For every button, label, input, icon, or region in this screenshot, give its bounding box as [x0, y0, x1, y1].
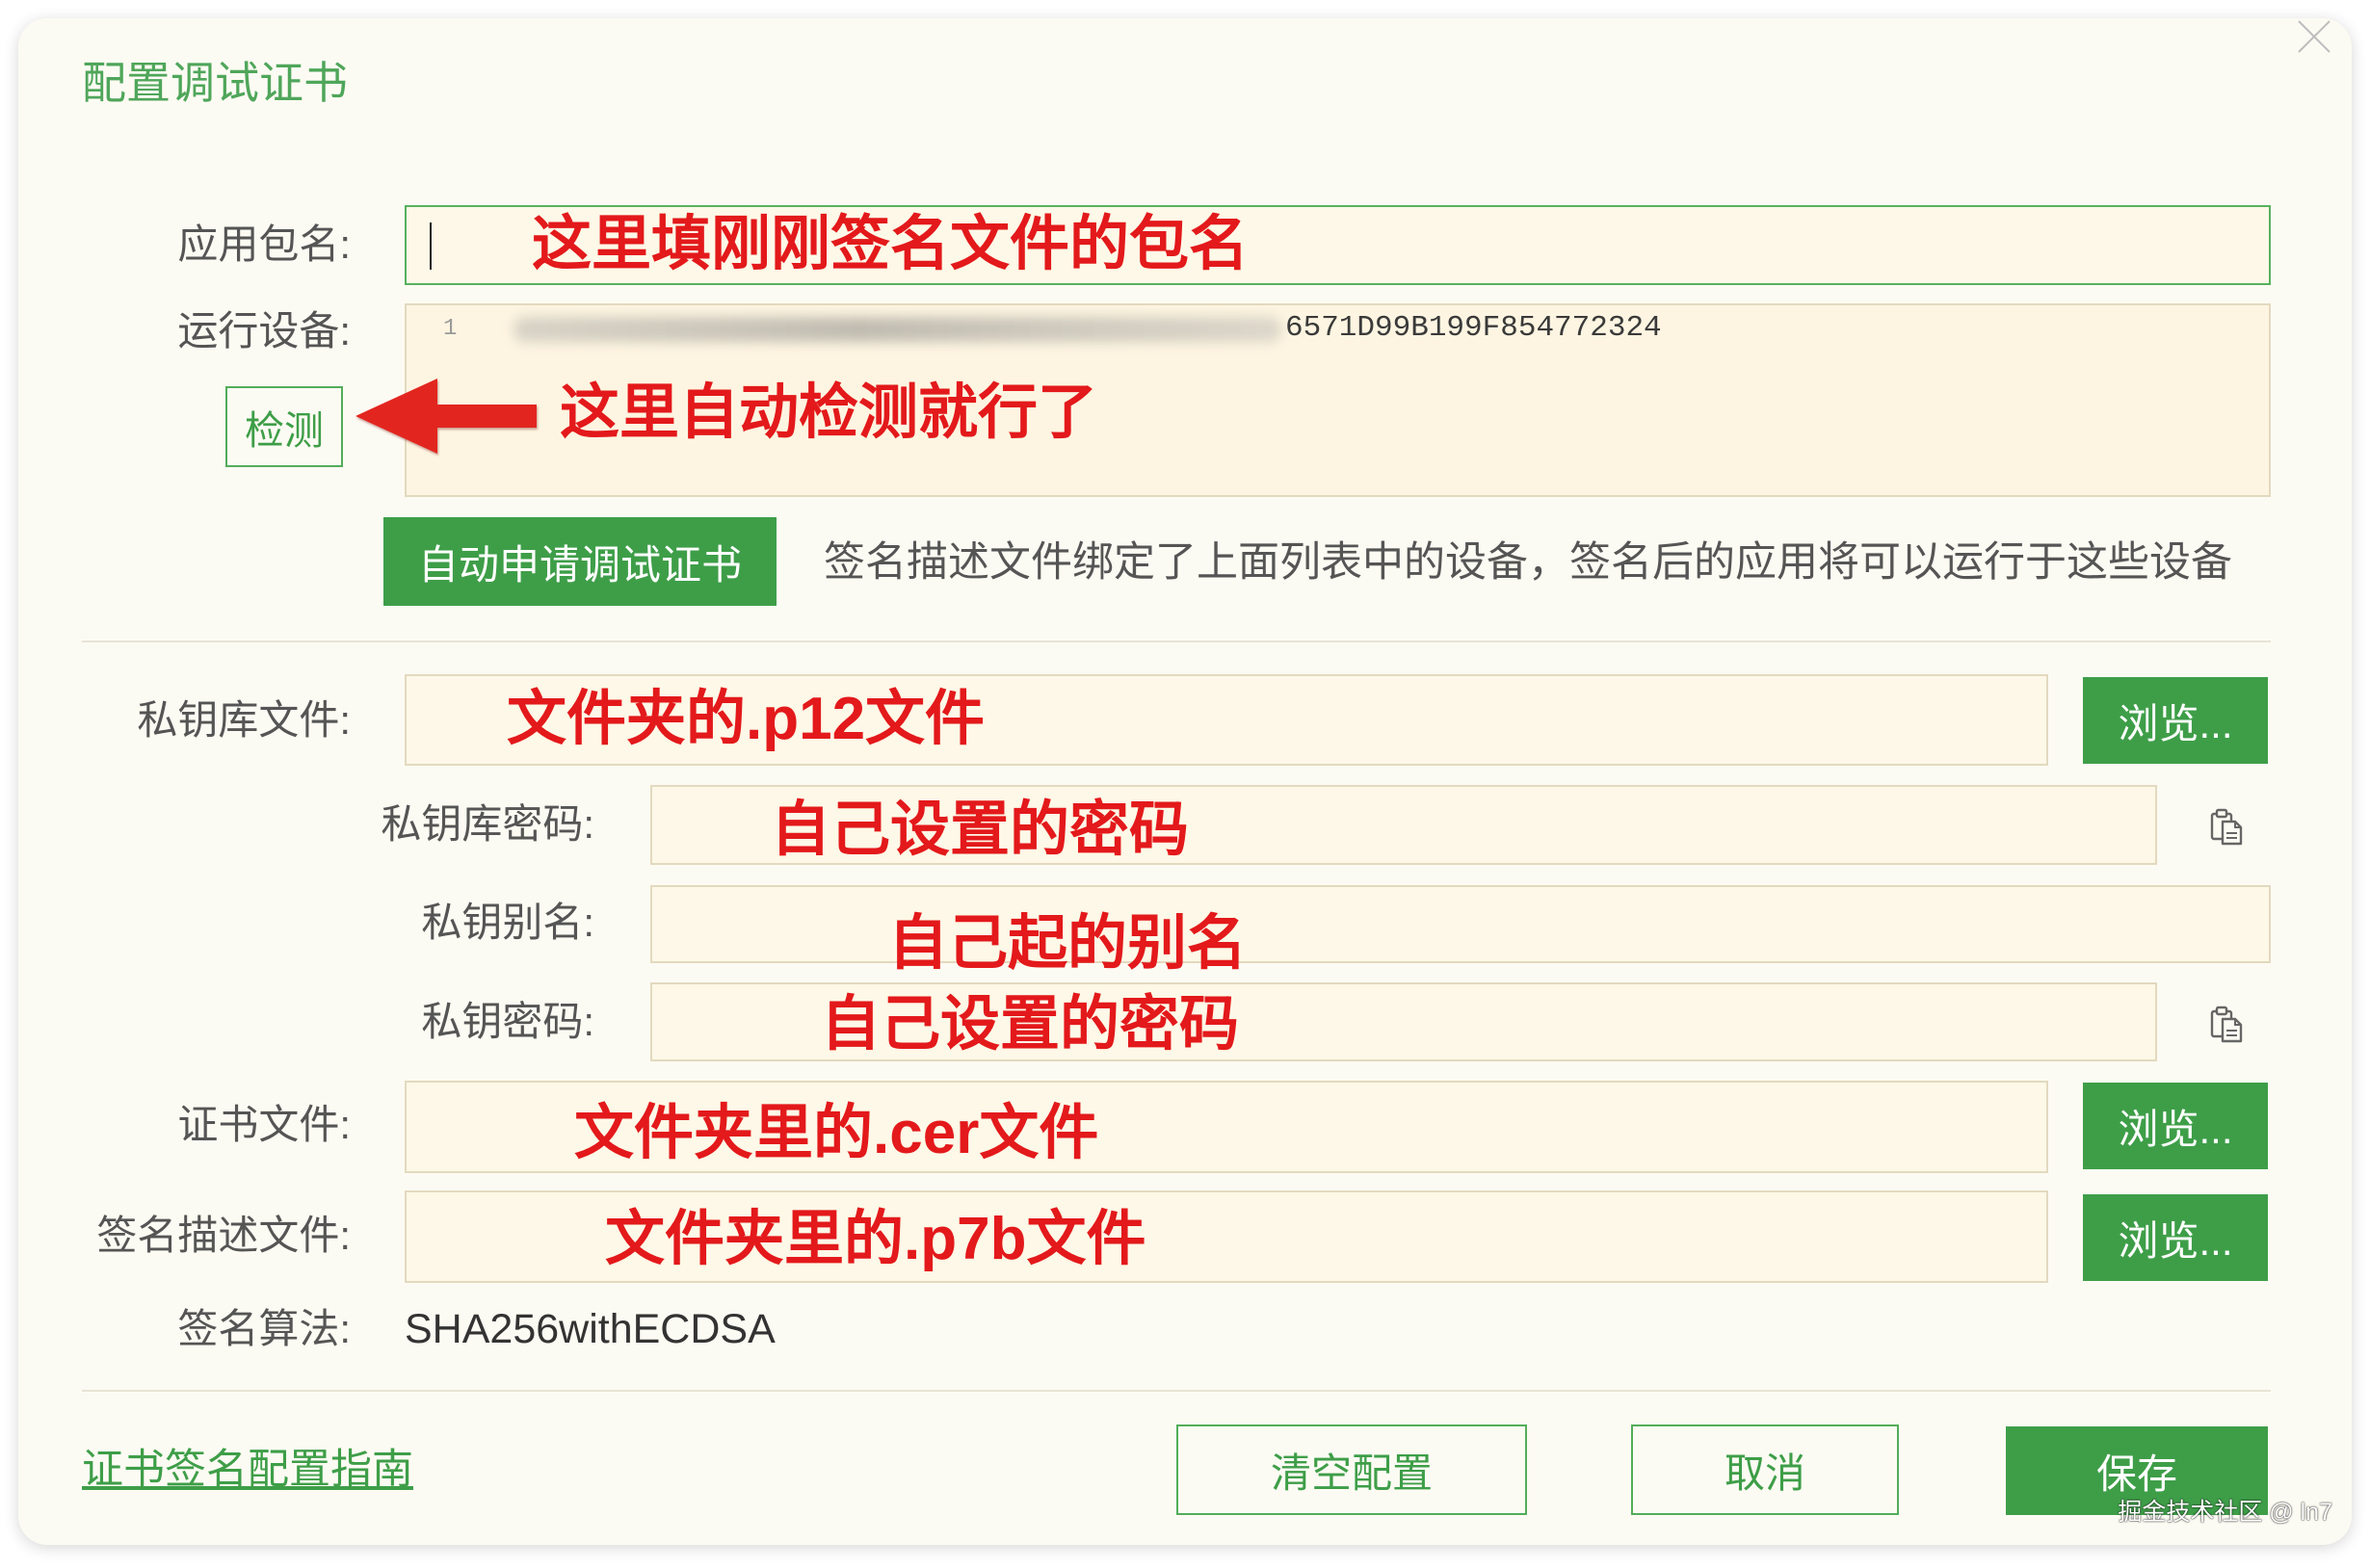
- clear-config-button[interactable]: 清空配置: [1176, 1424, 1527, 1515]
- dialog-title: 配置调试证书: [82, 58, 348, 108]
- auto-apply-cert-button[interactable]: 自动申请调试证书: [383, 517, 777, 606]
- key-password-label: 私钥密码:: [421, 999, 594, 1044]
- keystore-password-input[interactable]: [650, 785, 2157, 865]
- config-debug-cert-dialog: 配置调试证书 应用包名: 这里填刚刚签名文件的包名 运行设备: 1 6571D9…: [18, 18, 2352, 1545]
- profile-file-label: 签名描述文件:: [96, 1213, 351, 1258]
- cert-guide-link[interactable]: 证书签名配置指南: [82, 1444, 413, 1496]
- package-name-input[interactable]: [405, 205, 2271, 285]
- device-list-textarea[interactable]: 1 6571D99B199F854772324: [405, 303, 2271, 497]
- package-name-label: 应用包名:: [177, 222, 351, 267]
- key-password-input[interactable]: [650, 982, 2157, 1061]
- detect-button[interactable]: 检测: [225, 386, 343, 467]
- divider: [82, 1390, 2271, 1392]
- browse-keystore-button[interactable]: 浏览...: [2083, 677, 2268, 764]
- profile-file-input[interactable]: [405, 1190, 2048, 1283]
- devices-label: 运行设备:: [177, 308, 351, 353]
- divider: [82, 640, 2271, 642]
- watermark: 掘金技术社区 @ ln7: [2118, 1499, 2332, 1526]
- browse-profile-button[interactable]: 浏览...: [2083, 1194, 2268, 1281]
- line-number: 1: [443, 316, 458, 342]
- sign-algorithm-label: 签名算法:: [177, 1306, 351, 1351]
- keystore-password-label: 私钥库密码:: [381, 801, 594, 847]
- close-icon[interactable]: [2296, 18, 2332, 55]
- sign-algorithm-value: SHA256withECDSA: [405, 1306, 776, 1352]
- cancel-button[interactable]: 取消: [1631, 1424, 1899, 1515]
- auto-apply-hint: 签名描述文件绑定了上面列表中的设备，签名后的应用将可以运行于这些设备: [824, 539, 2232, 586]
- device-id: 6571D99B199F854772324: [1285, 311, 1662, 345]
- key-alias-input[interactable]: [650, 885, 2271, 963]
- paste-icon[interactable]: [2207, 807, 2246, 846]
- keystore-file-input[interactable]: [405, 674, 2048, 766]
- text-caret: [430, 222, 432, 270]
- browse-cert-button[interactable]: 浏览...: [2083, 1083, 2268, 1169]
- keystore-file-label: 私钥库文件:: [137, 697, 351, 743]
- blurred-device-id: [514, 317, 1281, 342]
- key-alias-label: 私钥别名:: [421, 900, 594, 945]
- cert-file-label: 证书文件:: [177, 1102, 351, 1147]
- paste-icon[interactable]: [2207, 1005, 2246, 1043]
- left-arrow-icon: [356, 379, 537, 454]
- cert-file-input[interactable]: [405, 1081, 2048, 1173]
